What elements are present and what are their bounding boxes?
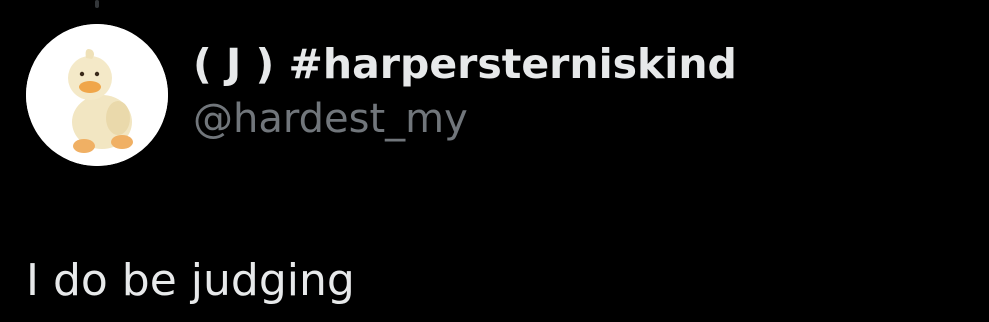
- thread-connector-line: [95, 0, 99, 8]
- duck-plush-icon: [26, 24, 168, 166]
- author-handle[interactable]: @hardest_my: [193, 92, 737, 146]
- tweet-text: I do be judging: [26, 255, 355, 306]
- tweet[interactable]: ( J ) #harpersterniskind @hardest_my I d…: [0, 0, 989, 322]
- author-info: ( J ) #harpersterniskind @hardest_my: [193, 36, 737, 146]
- avatar[interactable]: [26, 24, 168, 166]
- author-display-name[interactable]: ( J ) #harpersterniskind: [193, 36, 737, 92]
